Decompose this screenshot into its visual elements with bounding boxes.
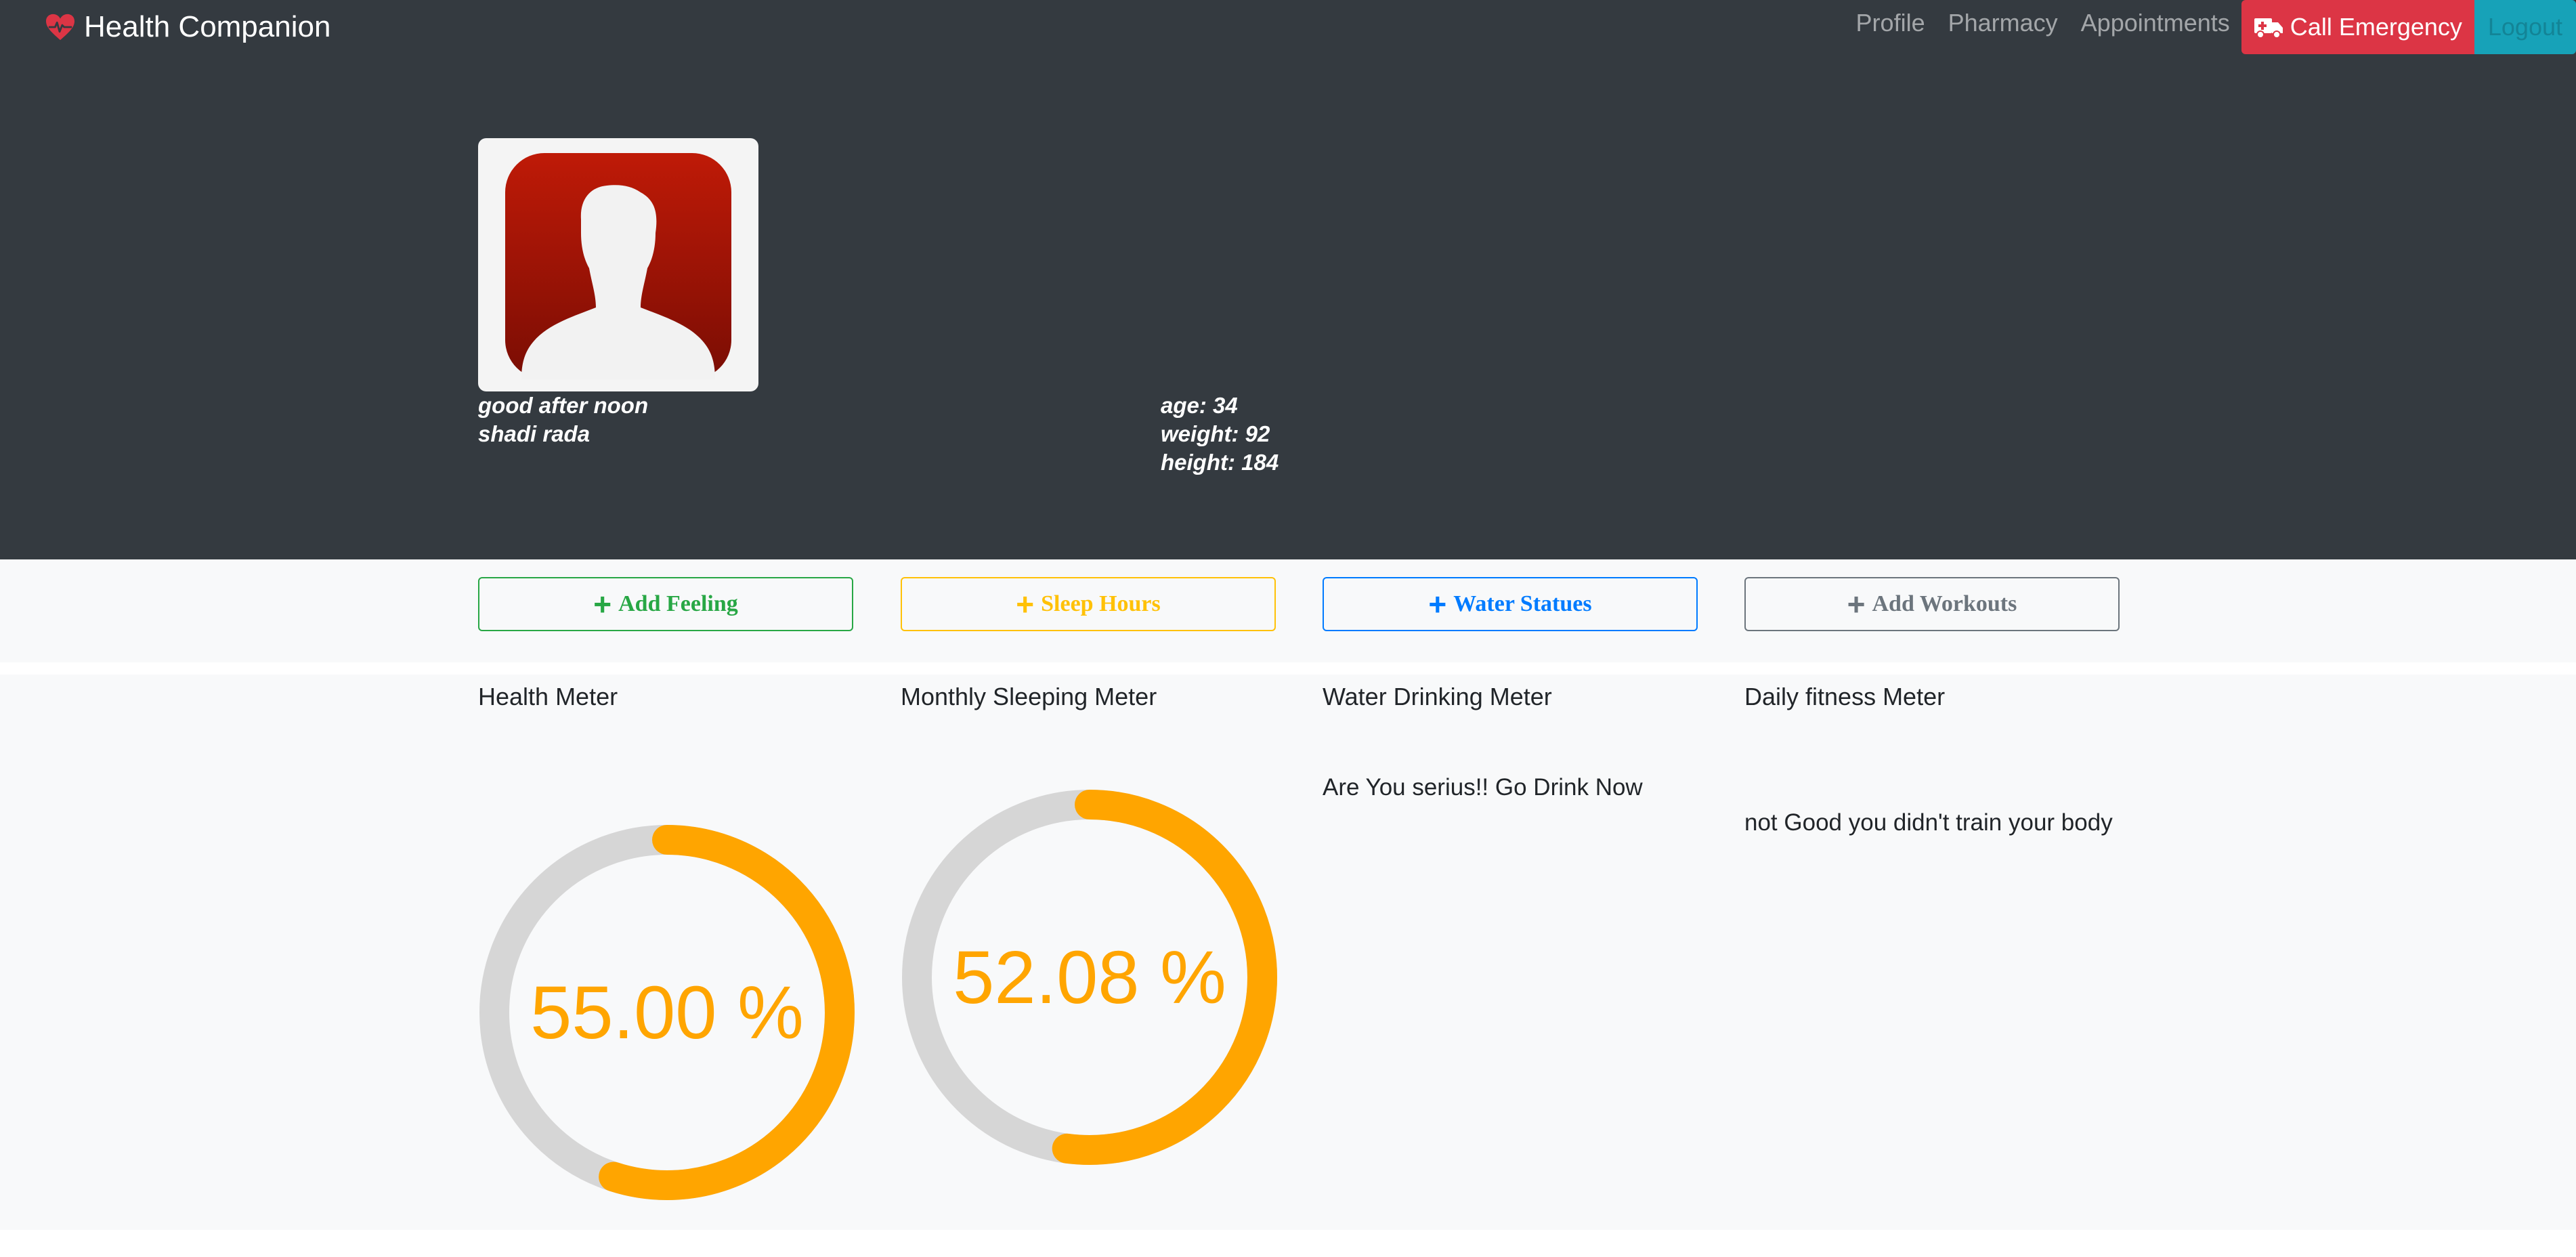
sleeping-gauge-value: 52.08 %	[953, 935, 1226, 1019]
avatar-card	[478, 138, 758, 391]
brand-name: Health Companion	[84, 10, 331, 43]
ambulance-icon	[2254, 18, 2283, 39]
health-gauge: 55.00 %	[478, 824, 856, 1201]
age-stat: age: 34	[1161, 393, 1238, 418]
meters-section: Health Meter Monthly Sleeping Meter Wate…	[0, 675, 2576, 1230]
greeting-text: good after noon	[478, 393, 649, 418]
navbar-brand[interactable]: Health Companion	[45, 5, 330, 49]
water-statues-label: Water Statues	[1453, 591, 1592, 616]
logout-label: Logout	[2487, 13, 2562, 41]
sleep-hours-label: Sleep Hours	[1041, 591, 1161, 616]
plus-icon: +	[593, 587, 612, 622]
nav-appointments-link[interactable]: Appointments	[2069, 0, 2241, 46]
plus-icon: +	[1428, 587, 1447, 622]
add-workouts-button[interactable]: + Add Workouts	[1744, 577, 2120, 631]
user-name: shadi rada	[478, 421, 591, 446]
fitness-meter-message: not Good you didn't train your body	[1744, 809, 2113, 836]
add-workouts-label: Add Workouts	[1872, 591, 2017, 616]
nav-profile-link[interactable]: Profile	[1845, 0, 1937, 46]
health-gauge-value: 55.00 %	[530, 971, 804, 1054]
height-stat: height: 184	[1161, 450, 1279, 475]
water-meter-title: Water Drinking Meter	[1323, 683, 1552, 710]
call-emergency-button[interactable]: Call Emergency	[2241, 0, 2474, 54]
actions-bar: + Add Feeling + Sleep Hours + Water Stat…	[0, 559, 2576, 662]
hero-section: Health Companion Profile Pharmacy Appoin…	[0, 0, 2576, 559]
sleep-hours-button[interactable]: + Sleep Hours	[901, 577, 1276, 631]
fitness-meter-title: Daily fitness Meter	[1744, 683, 1946, 710]
heartbeat-icon	[46, 14, 74, 41]
plus-icon: +	[1847, 587, 1866, 622]
avatar	[505, 153, 731, 379]
greeting-block: good after noon shadi rada	[478, 391, 648, 448]
call-emergency-label: Call Emergency	[2290, 13, 2462, 41]
sleeping-meter-title: Monthly Sleeping Meter	[901, 683, 1157, 710]
sleeping-gauge: 52.08 %	[901, 788, 1279, 1166]
user-stats: age: 34 weight: 92 height: 184	[1161, 391, 1279, 477]
plus-icon: +	[1016, 587, 1035, 622]
add-feeling-label: Add Feeling	[618, 591, 738, 616]
water-meter-message: Are You serius!! Go Drink Now	[1323, 774, 1643, 801]
health-meter-title: Health Meter	[478, 683, 618, 710]
nav-pharmacy-link[interactable]: Pharmacy	[1937, 0, 2069, 46]
water-statues-button[interactable]: + Water Statues	[1323, 577, 1698, 631]
weight-stat: weight: 92	[1161, 421, 1270, 446]
add-feeling-button[interactable]: + Add Feeling	[478, 577, 853, 631]
logout-button[interactable]: Logout	[2474, 0, 2576, 54]
navbar-menu: Profile Pharmacy Appointments Call Emerg…	[1845, 0, 2576, 54]
